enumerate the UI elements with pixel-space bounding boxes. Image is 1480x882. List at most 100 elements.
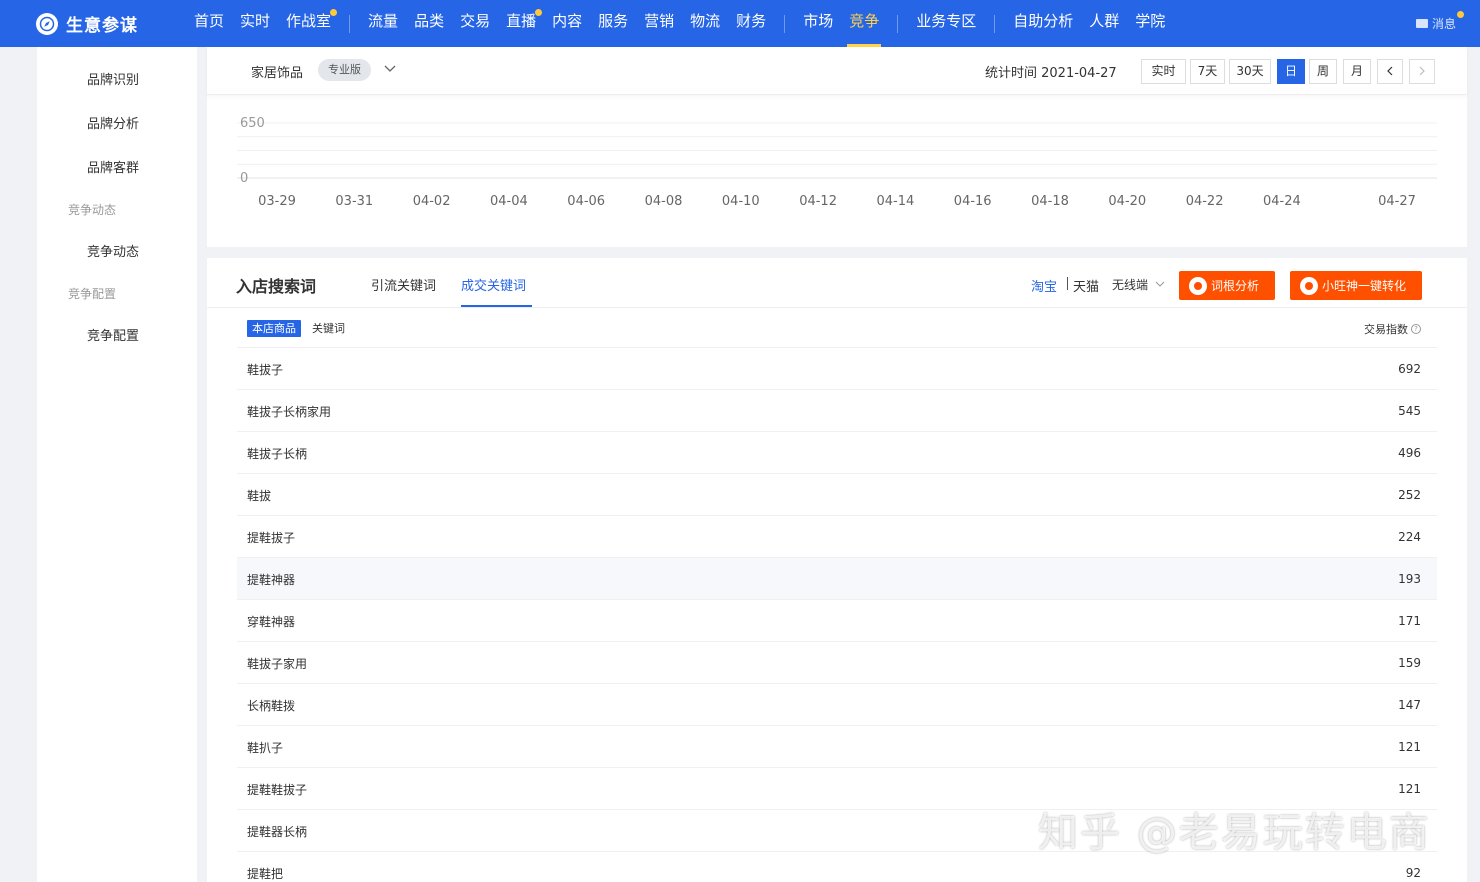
sidebar-item-brand-analysis[interactable]: 品牌分析 [87,113,139,132]
keyword-cell: 鞋拔子 [247,363,284,377]
x-tick-label: 04-06 [567,194,605,209]
nav-item-self-analysis[interactable]: 自助分析 [1005,0,1081,47]
table-row[interactable]: 提鞋拔子 224 [237,515,1437,557]
time-button-30d[interactable]: 30天 [1229,59,1271,84]
chevron-right-icon [1419,66,1425,76]
time-button-7d[interactable]: 7天 [1190,59,1225,84]
chip-own-products[interactable]: 本店商品 [247,320,301,337]
time-button-month[interactable]: 月 [1343,59,1371,84]
sidebar-group-config: 竞争配置 [68,287,117,301]
time-button-day[interactable]: 日 [1277,59,1305,84]
nav-item-content[interactable]: 内容 [544,0,590,47]
table-row[interactable]: 鞋拔子 692 [237,347,1437,389]
filter-bar: 家居饰品 专业版 统计时间 2021-04-27 实时 7天 30天 日 周 月 [207,47,1467,95]
keyword-cell: 鞋扒子 [247,741,284,755]
keyword-cell: 提鞋拔子 [247,531,296,545]
keyword-cell: 鞋拔子家用 [247,657,308,671]
table-row[interactable]: 鞋拔子长柄 496 [237,431,1437,473]
nav-item-logistics[interactable]: 物流 [682,0,728,47]
keyword-cell: 长柄鞋拨 [247,699,296,713]
trade-index-cell: 545 [1398,404,1421,418]
chip-keywords[interactable]: 关键词 [312,320,345,337]
x-tick-label: 04-14 [877,194,915,209]
trade-index-cell: 159 [1398,656,1421,670]
y-tick-label: 0 [240,171,248,186]
nav-item-trade[interactable]: 交易 [452,0,498,47]
keyword-cell: 提鞋把 [247,867,284,881]
sidebar-item-dynamics[interactable]: 竞争动态 [87,241,139,260]
tab-deal-keywords[interactable]: 成交关键词 [461,275,526,294]
trade-index-cell: 193 [1398,572,1421,586]
messages-label: 消息 [1431,17,1456,31]
time-button-week[interactable]: 周 [1309,59,1337,84]
trade-index-cell: 121 [1398,782,1421,796]
messages-button[interactable]: 消息 [1415,0,1464,47]
stat-time: 统计时间 2021-04-27 [985,66,1117,81]
table-row[interactable]: 鞋拔 252 [237,473,1437,515]
edition-badge: 专业版 [318,59,371,81]
notification-dot [330,9,338,16]
nav-divider [349,14,351,33]
trade-index-cell: 496 [1398,446,1421,460]
nav-item-market[interactable]: 市场 [795,0,841,47]
table-row[interactable]: 鞋拔子家用 159 [237,641,1437,683]
x-tick-label: 04-02 [413,194,451,209]
nav-item-business-zone[interactable]: 业务专区 [908,0,984,47]
chevron-down-icon[interactable] [1155,279,1165,289]
category-selector[interactable]: 家居饰品 [251,62,303,81]
message-icon [1415,19,1428,28]
trend-chart: 650 0 03-29 03-31 04-02 04-04 04-06 04-08 04-10 0… [237,116,1437,209]
nav-item-academy[interactable]: 学院 [1127,0,1173,47]
nav-item-category[interactable]: 品类 [406,0,452,47]
trade-index-cell: 171 [1398,614,1421,628]
nav-item-realtime[interactable]: 实时 [232,0,278,47]
app-logo[interactable]: 生意参谋 [36,11,186,36]
x-tick-label: 04-12 [799,194,837,209]
trade-index-cell: 92 [1405,866,1421,880]
nav-item-label: 直播 [506,12,537,30]
chevron-down-icon[interactable] [383,61,397,75]
table-row[interactable]: 鞋拔子长柄家用 545 [237,389,1437,431]
nav-item-finance[interactable]: 财务 [728,0,774,47]
table-row[interactable]: 鞋扒子 121 [237,725,1437,767]
x-tick-label: 04-27 [1378,194,1416,209]
sidebar-item-config[interactable]: 竞争配置 [87,325,139,344]
sidebar-item-brand-audience[interactable]: 品牌客群 [87,157,139,176]
sidebar-item-brand-identify[interactable]: 品牌识别 [87,69,139,88]
table-row[interactable]: 提鞋神器 193 [237,557,1437,599]
next-date-button[interactable] [1409,59,1435,84]
divider [207,307,1467,308]
x-tick-label: 04-04 [490,194,528,209]
x-tick-label: 04-08 [645,194,683,209]
time-button-realtime[interactable]: 实时 [1141,59,1186,84]
nav-item-warroom[interactable]: 作战室 [278,0,339,47]
top-nav: 生意参谋 首页 实时 作战室 流量 品类 交易 直播 内容 服务 营销 物流 财… [0,0,1480,47]
chevron-left-icon [1387,66,1393,76]
nav-item-crowd[interactable]: 人群 [1081,0,1127,47]
device-selector[interactable]: 无线端 [1112,276,1148,293]
root-analysis-button[interactable]: 词根分析 [1179,271,1275,300]
one-click-convert-button[interactable]: 小旺神一键转化 [1290,271,1422,300]
platform-tmall[interactable]: 天猫 [1073,276,1099,295]
nav-item-live[interactable]: 直播 [498,0,544,47]
nav-item-service[interactable]: 服务 [590,0,636,47]
mascot-icon [1300,276,1318,295]
nav-item-traffic[interactable]: 流量 [360,0,406,47]
x-tick-label: 03-31 [335,194,373,209]
platform-taobao[interactable]: 淘宝 [1031,276,1057,295]
table-row[interactable]: 穿鞋神器 171 [237,599,1437,641]
prev-date-button[interactable] [1377,59,1403,84]
nav-item-home[interactable]: 首页 [186,0,232,47]
tab-traffic-keywords[interactable]: 引流关键词 [371,275,436,294]
nav-item-competition[interactable]: 竞争 [841,0,887,47]
nav-item-marketing[interactable]: 营销 [636,0,682,47]
help-icon[interactable]: ? [1411,324,1421,334]
button-label: 小旺神一键转化 [1322,279,1407,293]
watermark: 知乎 @老易玩转电商 [1038,810,1431,856]
x-tick-label: 03-29 [258,194,296,209]
x-tick-label: 04-20 [1108,194,1146,209]
keyword-cell: 提鞋器长柄 [247,825,308,839]
table-row[interactable]: 长柄鞋拨 147 [237,683,1437,725]
keyword-cell: 提鞋神器 [247,573,296,587]
sidebar: 品牌识别 品牌分析 品牌客群 竞争动态 竞争动态 竞争配置 竞争配置 [37,47,197,882]
